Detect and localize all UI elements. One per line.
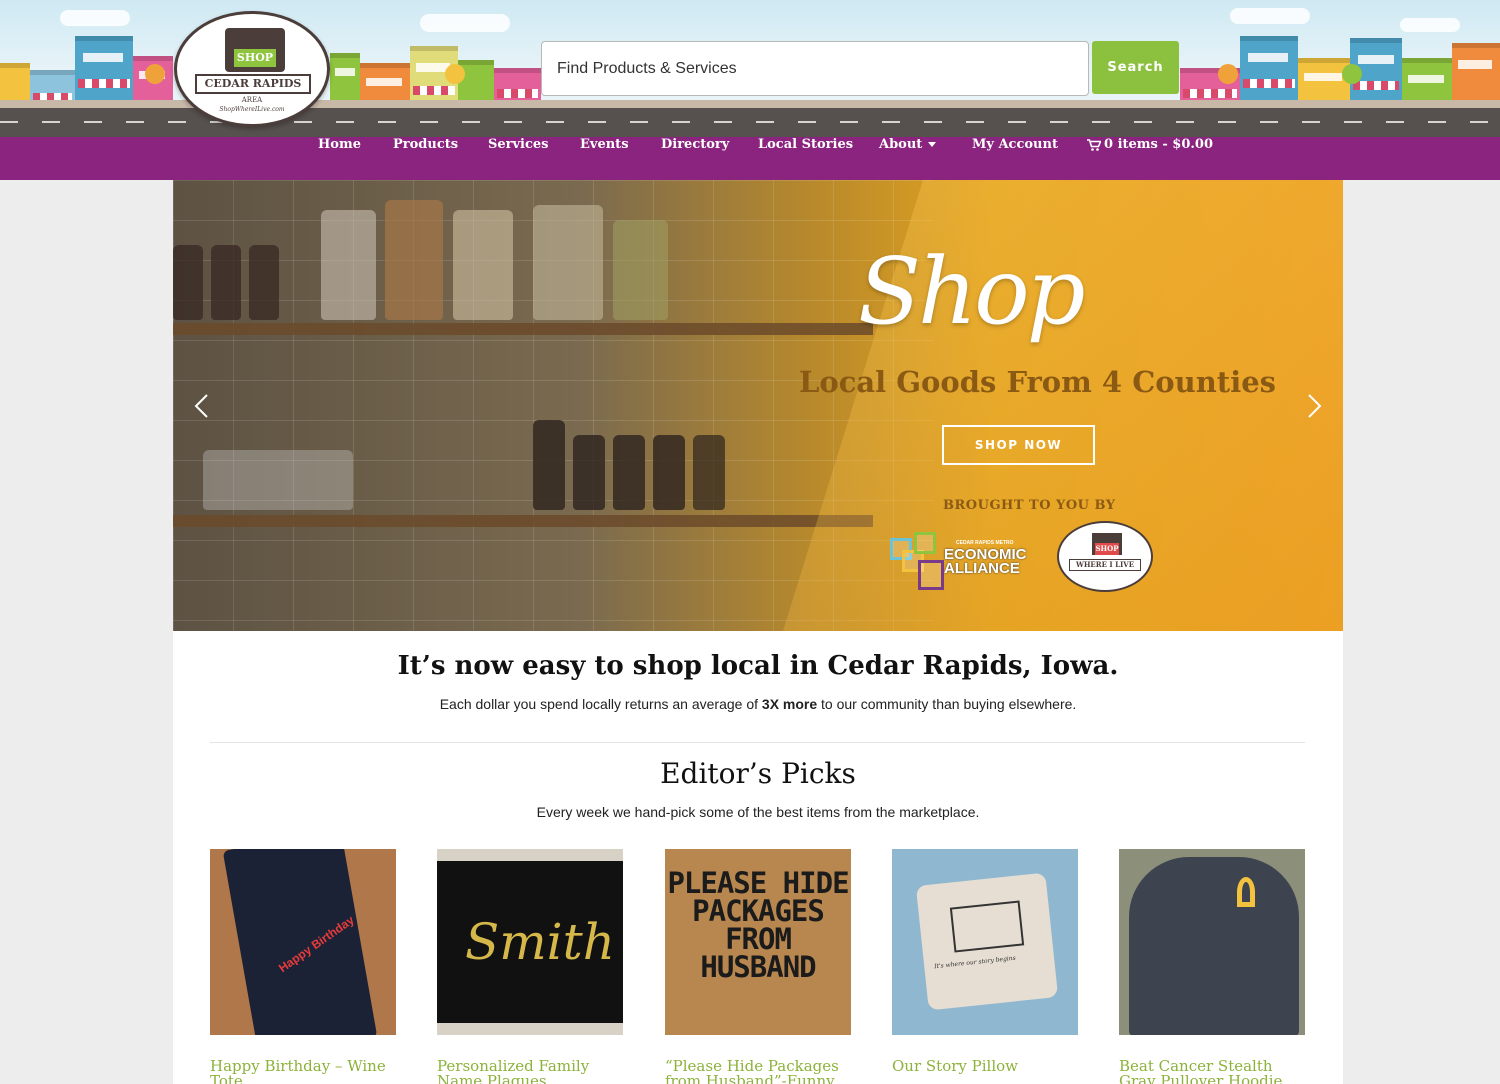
chevron-right-icon (1308, 394, 1322, 418)
logo-city-text: CEDAR RAPIDS (195, 74, 311, 94)
cart-summary: 0 items - $0.00 (1104, 137, 1214, 152)
nav-services[interactable]: Services (488, 137, 549, 180)
product-name-link[interactable]: Our Story Pillow (892, 1059, 1078, 1074)
logo-url-text: ShopWhereILive.com (219, 106, 285, 113)
search-button[interactable]: Search (1092, 41, 1179, 94)
intro-text-before: Each dollar you spend locally returns an… (439, 696, 762, 712)
shop-now-button[interactable]: SHOP NOW (942, 425, 1095, 465)
editors-picks-subtitle: Every week we hand-pick some of the best… (536, 804, 980, 820)
product-image[interactable]: Smith (437, 849, 623, 1035)
product-card[interactable]: It's where our story begins Our Story Pi… (892, 849, 1078, 1074)
product-card[interactable]: Smith Personalized Family Name Plaques (437, 849, 623, 1084)
hero-subtitle: Local Goods From 4 Counties (799, 365, 1276, 399)
nav-about-label: About (879, 137, 923, 152)
nav-events[interactable]: Events (580, 137, 629, 180)
slider-prev-button[interactable] (193, 393, 209, 419)
product-image-text: Smith (465, 913, 615, 971)
intro-title: It’s now easy to shop local in Cedar Rap… (397, 651, 1119, 681)
nav-directory[interactable]: Directory (661, 137, 729, 180)
swil-shop-text: SHOP (1095, 543, 1119, 555)
nav-local-stories[interactable]: Local Stories (758, 137, 853, 180)
search-input[interactable] (541, 41, 1089, 96)
product-name-link[interactable]: “Please Hide Packages from Husband”-Funn… (665, 1059, 851, 1084)
site-logo[interactable]: SHOP CEDAR RAPIDS AREA ShopWhereILive.co… (174, 11, 330, 127)
product-image[interactable]: It's where our story begins (892, 849, 1078, 1035)
intro-text: Each dollar you spend locally returns an… (173, 696, 1343, 712)
product-image[interactable] (1119, 849, 1305, 1035)
product-image[interactable]: Happy Birthday (210, 849, 396, 1035)
product-image[interactable]: PLEASE HIDE PACKAGES FROM HUSBAND (665, 849, 851, 1035)
shop-where-i-live-logo[interactable]: SHOP WHERE I LIVE (1057, 521, 1153, 592)
product-image-text: PLEASE HIDE PACKAGES FROM HUSBAND (667, 866, 849, 984)
nav-home[interactable]: Home (318, 137, 361, 180)
economic-alliance-line2: ALLIANCE (944, 560, 1020, 577)
nav-products[interactable]: Products (393, 137, 458, 180)
nav-cart[interactable]: 0 items - $0.00 (1087, 137, 1213, 180)
awareness-ribbon-icon (1237, 877, 1255, 907)
main-content: It’s now easy to shop local in Cedar Rap… (173, 631, 1343, 1084)
product-card[interactable]: Happy Birthday Happy Birthday – Wine Tot… (210, 849, 396, 1084)
slider-next-button[interactable] (1307, 393, 1323, 419)
iowa-map-icon (949, 900, 1025, 953)
main-nav: Home Products Services Events Directory … (0, 137, 1500, 180)
chevron-left-icon (194, 394, 208, 418)
header-banner: SHOP CEDAR RAPIDS AREA ShopWhereILive.co… (0, 0, 1500, 137)
product-name-link[interactable]: Personalized Family Name Plaques (437, 1059, 623, 1084)
nav-my-account[interactable]: My Account (972, 137, 1058, 180)
caret-down-icon (928, 142, 937, 147)
section-divider (210, 742, 1305, 743)
logo-area-text: AREA (241, 96, 263, 104)
product-card[interactable]: PLEASE HIDE PACKAGES FROM HUSBAND “Pleas… (665, 849, 851, 1084)
intro-text-after: to our community than buying elsewhere. (817, 696, 1077, 712)
hero-script-title: Shop (858, 238, 1086, 345)
logo-shop-text: SHOP (234, 49, 276, 67)
swil-name-text: WHERE I LIVE (1069, 559, 1141, 571)
brought-to-you-by: BROUGHT TO YOU BY (943, 498, 1116, 513)
editors-picks-title: Editor’s Picks (660, 757, 856, 790)
nav-about[interactable]: About (879, 137, 937, 180)
economic-alliance-logo[interactable]: CEDAR RAPIDS METRO ECONOMIC ALLIANCE (888, 530, 1028, 595)
product-name-link[interactable]: Beat Cancer Stealth Gray Pullover Hoodie (1119, 1059, 1305, 1084)
product-name-link[interactable]: Happy Birthday – Wine Tote (210, 1059, 396, 1084)
cart-icon (1087, 138, 1101, 151)
product-card[interactable]: Beat Cancer Stealth Gray Pullover Hoodie (1119, 849, 1305, 1084)
intro-text-bold: 3X more (761, 696, 818, 712)
